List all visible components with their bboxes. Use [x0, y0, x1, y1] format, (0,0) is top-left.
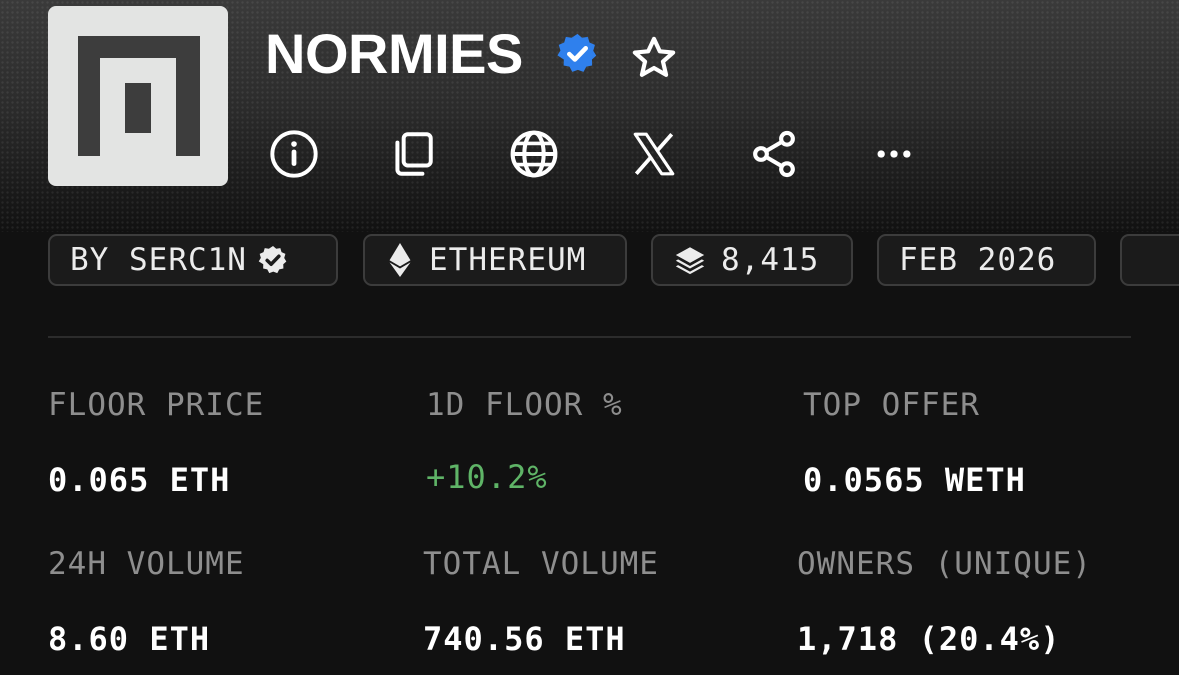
more-horizontal-icon: [877, 150, 911, 158]
floor-price-label: FLOOR PRICE: [48, 387, 265, 423]
x-logo-icon: [633, 132, 675, 176]
items-tag[interactable]: 8,415: [651, 234, 853, 286]
owners-label: OWNERS (UNIQUE): [797, 546, 1092, 582]
verified-badge-icon: [557, 33, 597, 72]
verified-check-icon: [258, 246, 287, 274]
copy-button[interactable]: [384, 126, 440, 182]
top-offer-value: 0.0565 WETH: [803, 461, 1026, 499]
copy-icon: [395, 132, 433, 176]
info-circle-icon: [270, 130, 318, 178]
info-button[interactable]: [266, 126, 322, 182]
owners-value: 1,718 (20.4%): [797, 620, 1061, 658]
floor-change-label: 1D FLOOR %: [426, 387, 623, 423]
more-button[interactable]: [866, 126, 922, 182]
created-date: FEB 2026: [899, 242, 1057, 278]
collection-logo: [48, 6, 228, 186]
floor-price-value: 0.065 ETH: [48, 461, 231, 499]
total-volume-label: TOTAL VOLUME: [423, 546, 659, 582]
share-icon: [753, 130, 795, 178]
ethereum-icon: [389, 243, 411, 277]
total-volume-value: 740.56 ETH: [423, 620, 626, 658]
volume-24h-value: 8.60 ETH: [48, 620, 211, 658]
star-outline-icon[interactable]: [629, 33, 679, 83]
x-button[interactable]: [626, 126, 682, 182]
more-tags-overflow[interactable]: [1120, 234, 1179, 286]
collection-name: NORMIES: [265, 22, 523, 85]
creator-tag[interactable]: BY SERC1N: [48, 234, 338, 286]
date-tag: FEB 2026: [877, 234, 1096, 286]
website-button[interactable]: [506, 126, 562, 182]
chain-name: ETHEREUM: [429, 242, 587, 278]
layers-icon: [675, 247, 705, 275]
section-divider: [48, 336, 1131, 338]
volume-24h-label: 24H VOLUME: [48, 546, 245, 582]
floor-change-value: +10.2%: [426, 458, 548, 496]
top-offer-label: TOP OFFER: [803, 387, 980, 423]
creator-name: BY SERC1N: [70, 242, 247, 278]
share-button[interactable]: [746, 126, 802, 182]
chain-tag[interactable]: ETHEREUM: [363, 234, 627, 286]
items-count: 8,415: [721, 242, 820, 278]
globe-icon: [510, 130, 558, 178]
